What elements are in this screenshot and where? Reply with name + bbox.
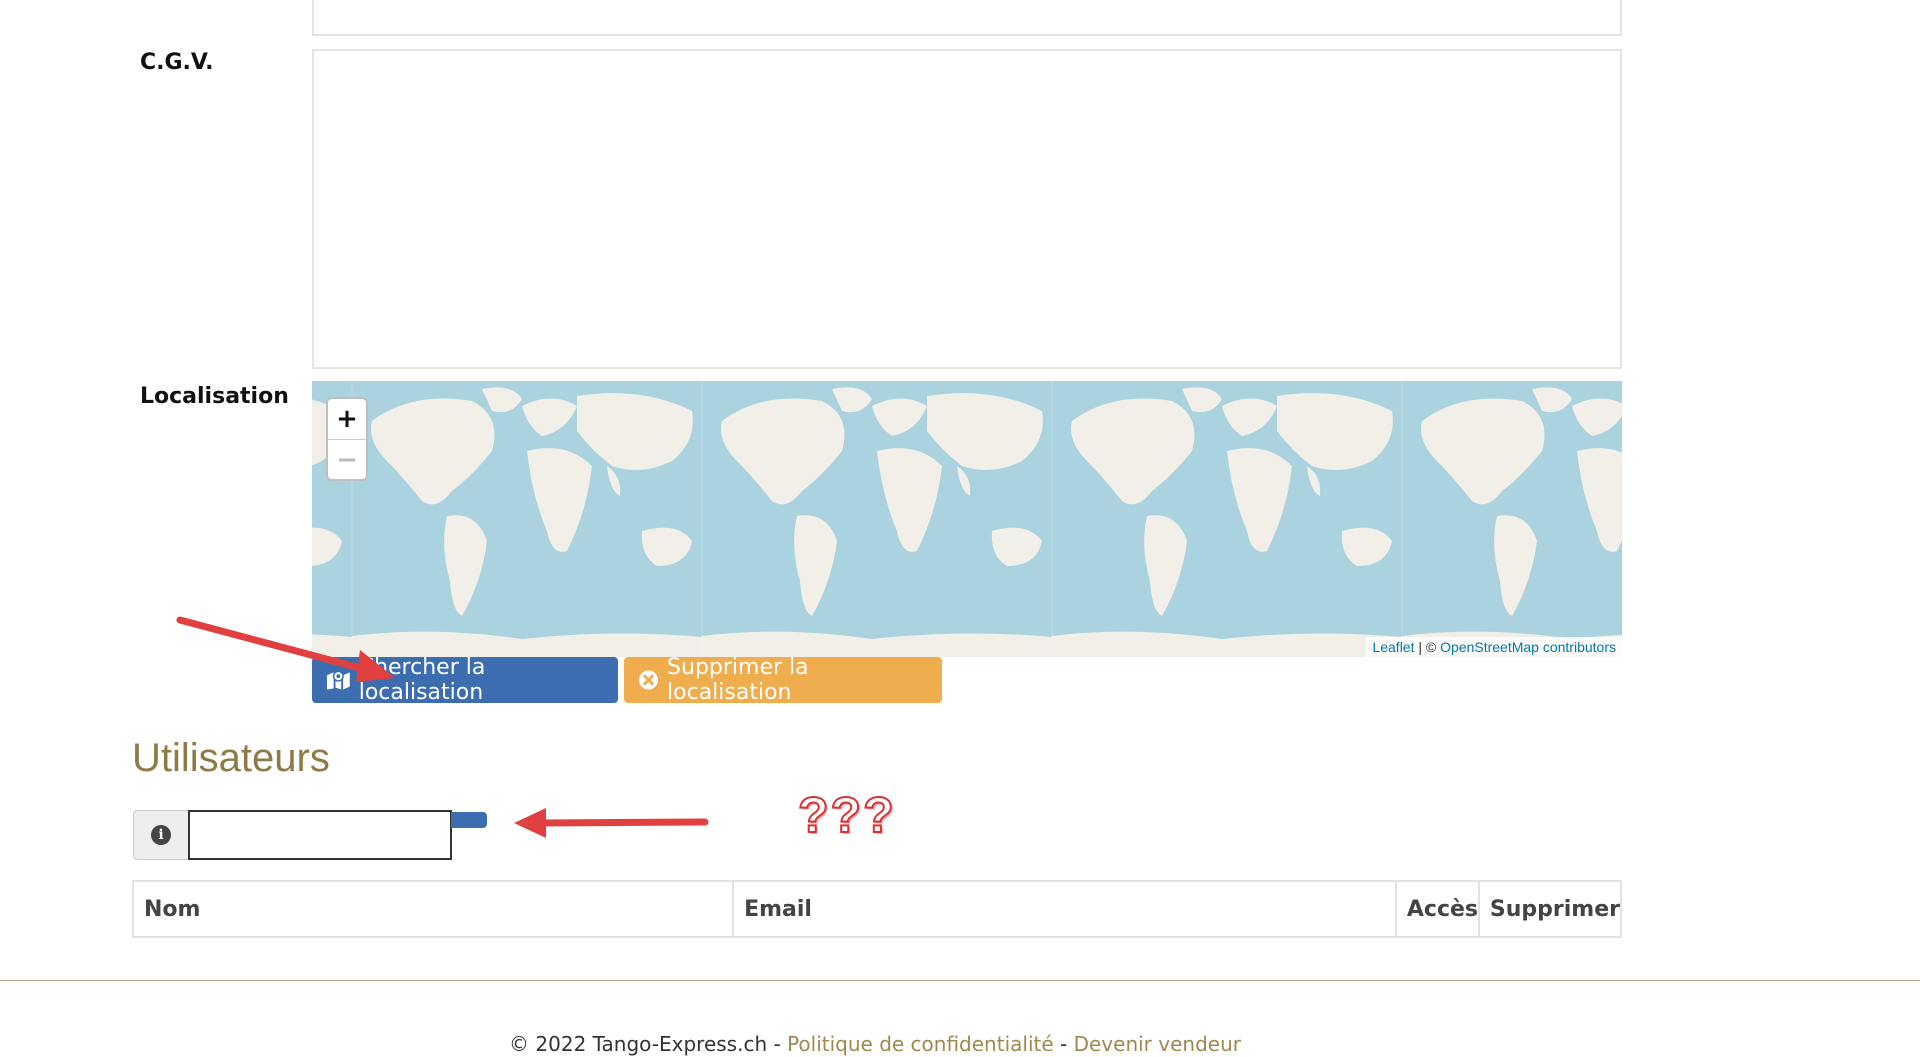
column-header-supprimer: Supprimer xyxy=(1489,896,1620,922)
search-location-button[interactable]: Chercher la localisation xyxy=(312,655,618,705)
info-icon: i xyxy=(151,825,171,845)
users-table: Nom Email Accès Supprimer xyxy=(132,880,1622,938)
info-addon[interactable]: i xyxy=(133,810,189,860)
remove-location-button[interactable]: Supprimer la localisation xyxy=(624,655,942,705)
footer-divider xyxy=(0,980,1920,981)
location-map[interactable]: + − Leaflet | © OpenStreetMap contributo… xyxy=(312,381,1622,657)
leaflet-link[interactable]: Leaflet xyxy=(1372,639,1414,655)
footer-separator: - xyxy=(1053,1032,1074,1056)
column-header-acces: Accès xyxy=(1397,882,1480,936)
localisation-label: Localisation xyxy=(140,384,289,409)
map-attribution: Leaflet | © OpenStreetMap contributors xyxy=(1366,637,1622,657)
zoom-control: + − xyxy=(326,397,368,481)
cgv-textarea[interactable] xyxy=(312,49,1622,369)
zoom-in-button[interactable]: + xyxy=(328,399,366,440)
column-header-nom: Nom xyxy=(134,882,735,936)
map-marker-icon xyxy=(326,670,350,690)
annotation-question-marks: ??? xyxy=(797,786,896,844)
footer-copyright: © 2022 Tango-Express.ch - xyxy=(509,1032,788,1056)
world-map-tiles xyxy=(312,381,1622,657)
osm-link[interactable]: OpenStreetMap contributors xyxy=(1440,639,1616,655)
user-search-input[interactable] xyxy=(188,810,452,860)
search-location-label: Chercher la localisation xyxy=(358,655,486,705)
footer: © 2022 Tango-Express.ch - Politique de c… xyxy=(0,1032,1750,1056)
privacy-link[interactable]: Politique de confidentialité xyxy=(787,1032,1054,1056)
close-circle-icon xyxy=(638,670,659,690)
users-heading: Utilisateurs xyxy=(132,736,330,780)
cgv-label: C.G.V. xyxy=(140,50,214,75)
zoom-out-button[interactable]: − xyxy=(328,440,366,480)
remove-location-label: Supprimer la localisation xyxy=(667,655,809,705)
attribution-separator: | © xyxy=(1414,639,1441,655)
column-header-email: Email xyxy=(734,882,1397,936)
become-seller-link[interactable]: Devenir vendeur xyxy=(1074,1032,1241,1056)
annotation-arrow-to-input xyxy=(514,808,709,838)
broken-button-stub[interactable] xyxy=(451,812,487,828)
previous-textarea[interactable] xyxy=(312,0,1622,36)
